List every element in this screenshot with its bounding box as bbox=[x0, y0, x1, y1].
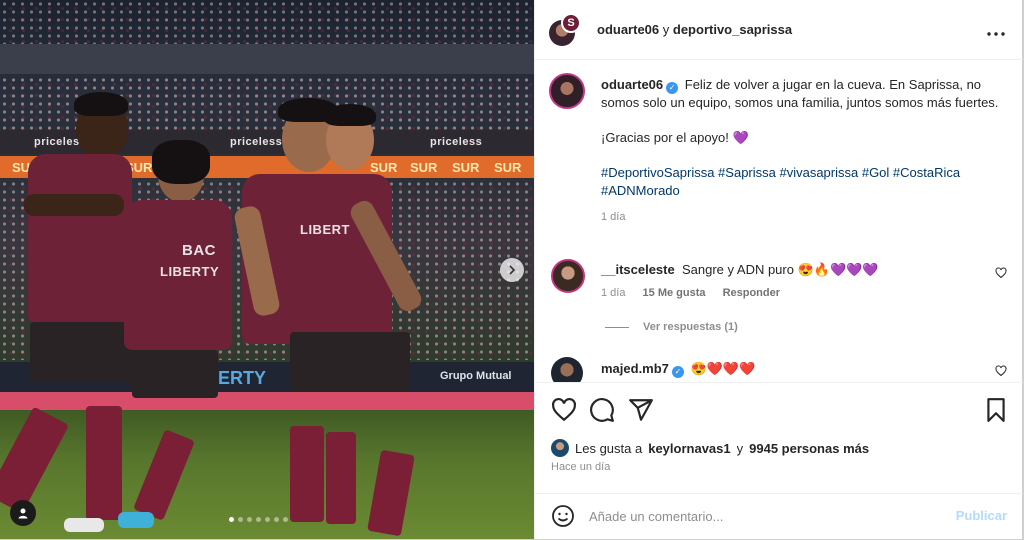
likes-prefix: Les gusta a bbox=[575, 440, 643, 456]
player-arm bbox=[24, 194, 124, 216]
post-side-panel: S oduarte06 y deportivo_saprissa oduarte… bbox=[534, 0, 1023, 539]
comment-username[interactable]: __itsceleste bbox=[601, 262, 675, 277]
player-shoe bbox=[64, 518, 104, 532]
caption-thanks: ¡Gracias por el apoyo! bbox=[601, 130, 729, 145]
crowd-upper bbox=[0, 0, 534, 48]
comment-like-button[interactable] bbox=[995, 267, 1007, 282]
heart-outline-icon bbox=[995, 365, 1007, 377]
comment-meta: 1 día 15 Me gusta Responder bbox=[601, 287, 794, 299]
player-sock bbox=[290, 426, 324, 522]
post-actions: Les gusta a keylornavas1 y 9945 personas… bbox=[535, 382, 1023, 527]
comment-item: majed.mb7 ✓ 😍❤️❤️❤️ bbox=[601, 361, 755, 378]
jersey-sponsor: LIBERTY bbox=[160, 264, 220, 279]
comment-input[interactable] bbox=[589, 506, 929, 526]
post-photo[interactable]: priceless priceless priceless SUR SUR SU… bbox=[0, 0, 534, 539]
post-date[interactable]: Hace un día bbox=[551, 461, 610, 473]
comments-section[interactable]: oduarte06 ✓ Feliz de volver a jugar en la… bbox=[535, 61, 1023, 382]
player-shoe bbox=[118, 512, 154, 528]
player-center: LIBERT bbox=[232, 96, 444, 539]
carousel-dot bbox=[256, 517, 261, 522]
sponsor-text: SUR bbox=[452, 160, 480, 175]
more-options-button[interactable] bbox=[987, 20, 1005, 41]
comment-emoji: 😍❤️❤️❤️ bbox=[690, 361, 756, 376]
view-replies-label: Ver respuestas (1) bbox=[643, 321, 738, 333]
caption-hashtags[interactable]: #DeportivoSaprissa #Saprissa #vivasapris… bbox=[601, 164, 1001, 200]
likes-summary[interactable]: Les gusta a keylornavas1 y 9945 personas… bbox=[551, 439, 869, 457]
purple-heart-emoji: 💜 bbox=[732, 130, 749, 145]
player-jersey bbox=[28, 154, 132, 324]
player-sock bbox=[133, 429, 195, 521]
author-username[interactable]: oduarte06 bbox=[597, 22, 659, 37]
verified-badge-icon: ✓ bbox=[671, 366, 684, 378]
publish-button[interactable]: Publicar bbox=[956, 508, 1007, 523]
post-authors: oduarte06 y deportivo_saprissa bbox=[597, 22, 792, 37]
add-comment-bar: Publicar bbox=[535, 493, 1023, 540]
tagged-users-button[interactable] bbox=[10, 500, 36, 526]
comment-item: __itsceleste Sangre y ADN puro 😍🔥💜💜💜 bbox=[601, 262, 879, 278]
carousel-dot bbox=[265, 517, 270, 522]
liker-username[interactable]: keylornavas1 bbox=[648, 441, 730, 456]
person-icon bbox=[18, 508, 28, 519]
caption-time[interactable]: 1 día bbox=[601, 208, 1001, 226]
commenter-avatar[interactable] bbox=[551, 357, 583, 382]
instagram-post-modal: priceless priceless priceless SUR SUR SU… bbox=[0, 0, 1024, 539]
comment-icon[interactable] bbox=[589, 397, 615, 423]
sponsor-text: Grupo Mutual bbox=[440, 370, 512, 382]
comment-time[interactable]: 1 día bbox=[601, 287, 625, 299]
chevron-right-icon bbox=[509, 265, 516, 275]
player-hair bbox=[324, 104, 376, 126]
heart-icon[interactable] bbox=[551, 397, 577, 423]
carousel-dot bbox=[283, 517, 288, 522]
comment-like-button[interactable] bbox=[995, 365, 1007, 380]
likes-joiner: y bbox=[736, 440, 744, 456]
carousel-next-button[interactable] bbox=[500, 258, 524, 282]
jersey-sponsor: LIBERT bbox=[300, 222, 350, 237]
comment-text: Sangre y ADN puro bbox=[681, 262, 794, 277]
carousel-indicator bbox=[229, 517, 288, 522]
player-sock bbox=[86, 406, 122, 520]
verified-badge-icon: ✓ bbox=[666, 82, 679, 94]
carousel-dot bbox=[274, 517, 279, 522]
collaborator-avatar[interactable]: S bbox=[561, 13, 581, 33]
heart-outline-icon bbox=[995, 267, 1007, 279]
player-sock bbox=[326, 432, 356, 524]
jersey-sponsor: BAC bbox=[182, 242, 216, 259]
player-shorts bbox=[290, 332, 410, 392]
collaborator-badge-letter: S bbox=[567, 17, 575, 29]
player-shorts bbox=[132, 350, 218, 398]
post-header: S oduarte06 y deportivo_saprissa bbox=[535, 0, 1023, 60]
more-horizontal-icon bbox=[987, 32, 1005, 36]
player-jersey: BAC LIBERTY bbox=[124, 200, 232, 350]
carousel-dot bbox=[229, 517, 234, 522]
comment-username[interactable]: majed.mb7 bbox=[601, 361, 669, 376]
comment-emoji: 😍🔥💜💜💜 bbox=[797, 262, 879, 277]
replies-divider bbox=[605, 326, 629, 328]
carousel-dot bbox=[247, 517, 252, 522]
bookmark-icon[interactable] bbox=[983, 397, 1009, 423]
sponsor-text: SUR bbox=[494, 160, 522, 175]
share-icon[interactable] bbox=[628, 397, 654, 423]
stand-roof bbox=[0, 44, 534, 74]
likes-count[interactable]: 9945 personas más bbox=[749, 441, 869, 456]
collaborator-username[interactable]: deportivo_saprissa bbox=[673, 22, 792, 37]
liker-avatar bbox=[551, 439, 569, 457]
view-replies-button[interactable]: Ver respuestas (1) bbox=[605, 321, 738, 333]
player-sock bbox=[0, 406, 70, 514]
caption-author-avatar[interactable] bbox=[549, 73, 585, 109]
caption-username[interactable]: oduarte06 bbox=[601, 77, 663, 92]
player-sock bbox=[367, 449, 415, 537]
commenter-avatar[interactable] bbox=[551, 259, 585, 293]
authors-separator: y bbox=[662, 22, 670, 37]
player-hair bbox=[152, 140, 210, 184]
post-caption: oduarte06 ✓ Feliz de volver a jugar en la… bbox=[601, 76, 1001, 226]
reply-button[interactable]: Responder bbox=[723, 287, 780, 299]
player-hair bbox=[74, 92, 128, 116]
player-second: BAC LIBERTY bbox=[118, 140, 238, 539]
carousel-dot bbox=[238, 517, 243, 522]
comment-likes[interactable]: 15 Me gusta bbox=[643, 287, 706, 299]
emoji-icon[interactable] bbox=[551, 504, 575, 528]
